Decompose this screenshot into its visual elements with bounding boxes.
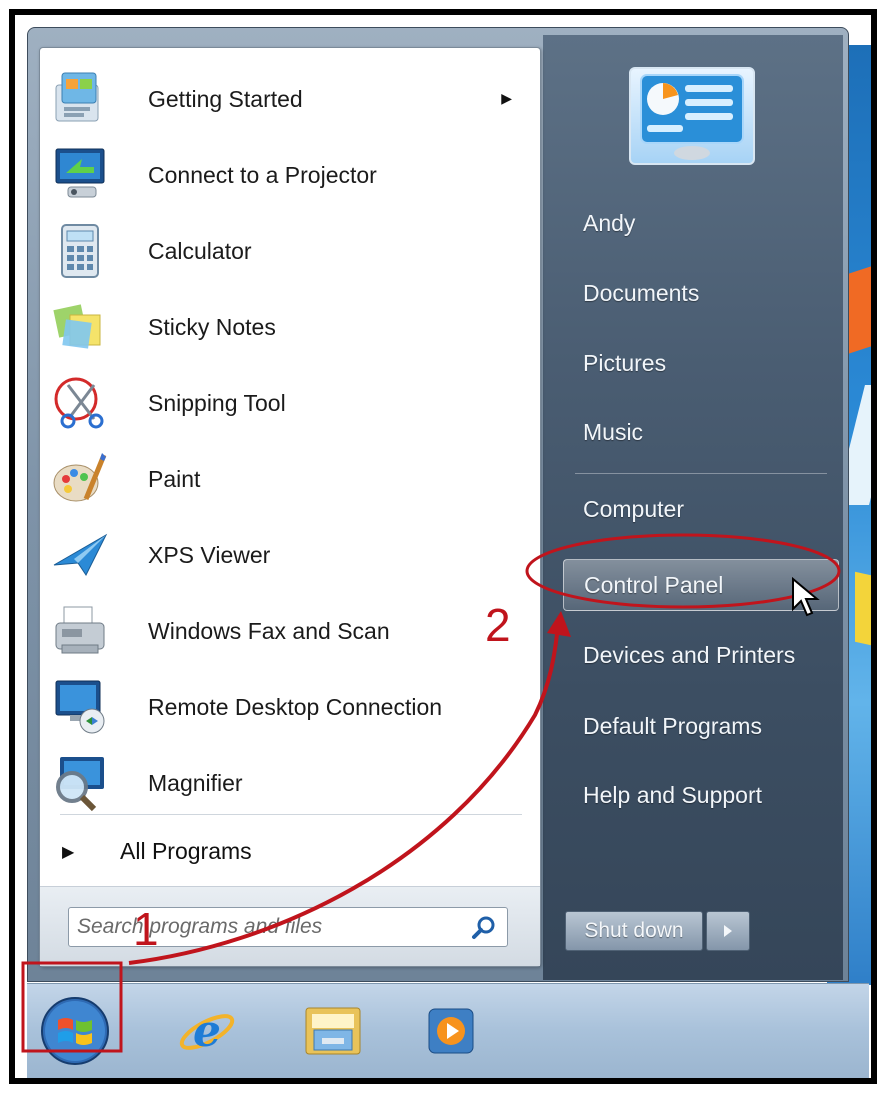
annotation-arrowhead xyxy=(547,611,571,637)
screenshot-frame: Andy Documents Pictures Music Computer C… xyxy=(9,9,877,1084)
start-button-highlight-box xyxy=(21,961,123,1053)
step-2-label: 2 xyxy=(485,599,511,651)
annotation-arrow-path xyxy=(128,624,560,965)
mouse-pointer-icon xyxy=(792,577,820,617)
tutorial-annotation-overlay: 1 2 xyxy=(21,533,841,1053)
step-1-label: 1 xyxy=(133,903,159,955)
